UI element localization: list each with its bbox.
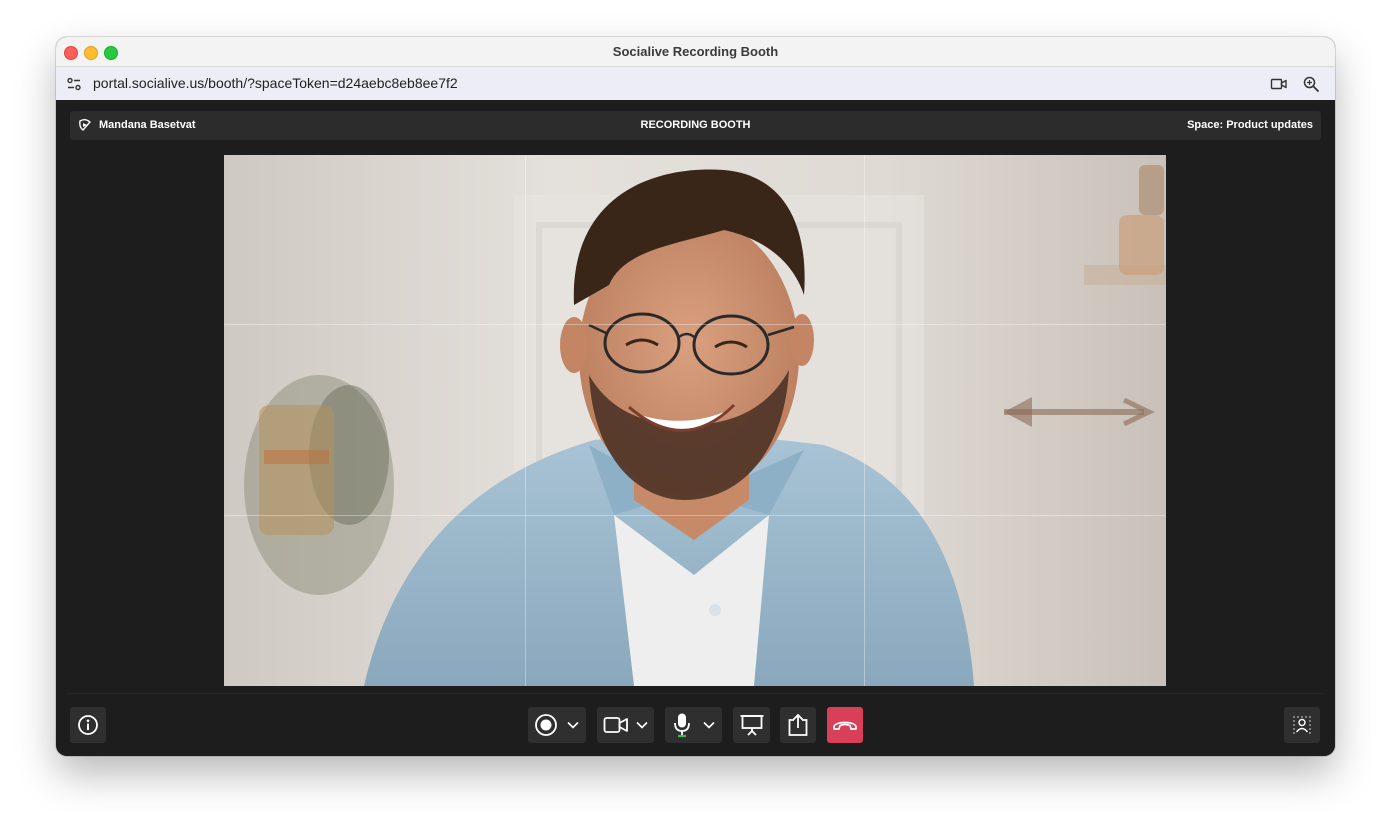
space-label: Space: Product updates	[1187, 119, 1313, 131]
presentation-icon	[740, 715, 763, 736]
camera-toggle-button[interactable]	[597, 707, 654, 743]
record-icon	[535, 714, 557, 736]
title-bar: Socialive Recording Booth	[56, 37, 1335, 67]
hang-up-icon	[833, 721, 857, 730]
page-title: RECORDING BOOTH	[640, 119, 751, 131]
camera-icon[interactable]	[1270, 75, 1288, 93]
record-button[interactable]	[528, 707, 586, 743]
grid-line	[864, 155, 865, 686]
microphone-icon	[673, 713, 690, 738]
microphone-button[interactable]	[665, 707, 722, 743]
chevron-down-icon[interactable]	[566, 718, 580, 732]
toolbar-divider	[66, 693, 1325, 694]
chevron-down-icon[interactable]	[635, 718, 649, 732]
share-button[interactable]	[780, 707, 816, 743]
end-call-button[interactable]	[827, 707, 863, 743]
present-button[interactable]	[733, 707, 770, 743]
browser-window: Socialive Recording Booth portal.sociali…	[56, 37, 1335, 756]
site-settings-icon[interactable]	[66, 76, 82, 92]
app-header: Mandana Basetvat RECORDING BOOTH Space: …	[70, 111, 1321, 140]
background-blur-icon	[1293, 716, 1311, 734]
grid-line	[224, 515, 1166, 516]
info-button[interactable]	[70, 707, 106, 743]
address-bar: portal.socialive.us/booth/?spaceToken=d2…	[56, 67, 1335, 100]
chevron-down-icon[interactable]	[702, 718, 716, 732]
camera-preview	[224, 155, 1166, 686]
grid-line	[525, 155, 526, 686]
recording-booth-app: Mandana Basetvat RECORDING BOOTH Space: …	[56, 100, 1335, 756]
zoom-icon[interactable]	[1302, 75, 1320, 93]
video-camera-icon	[603, 717, 628, 733]
window-title: Socialive Recording Booth	[612, 44, 779, 59]
presenter-video-feed	[224, 155, 1166, 686]
url-text[interactable]: portal.socialive.us/booth/?spaceToken=d2…	[93, 75, 458, 91]
background-effects-button[interactable]	[1284, 707, 1320, 743]
share-icon	[788, 713, 808, 736]
info-icon	[78, 715, 98, 735]
grid-line	[224, 324, 1166, 325]
